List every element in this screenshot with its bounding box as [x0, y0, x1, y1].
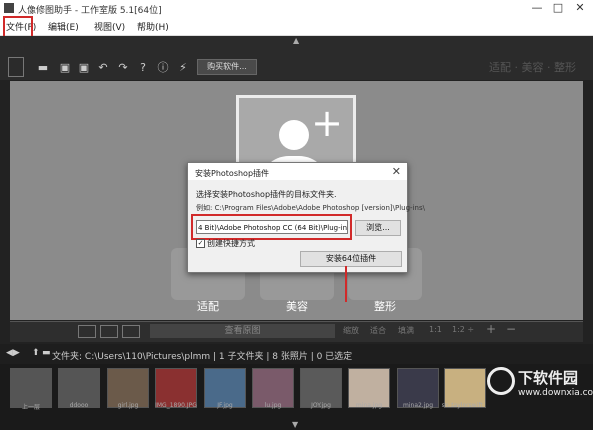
up-folder-icon[interactable]: ⬆: [32, 348, 40, 358]
path-label: 文件夹:: [52, 352, 83, 362]
logo-icon: [8, 57, 24, 77]
annotation-arrow: [345, 266, 347, 302]
menu-view[interactable]: 视图(V): [94, 20, 125, 33]
menu-edit[interactable]: 编辑(E): [48, 20, 79, 33]
mode-label-reshape: 整形: [374, 300, 396, 313]
create-shortcut-label: 创建快捷方式: [207, 239, 255, 248]
dialog-example-path: 例如: C:\Program Files\Adobe\Adobe Photosh…: [196, 204, 425, 212]
single-view-icon[interactable]: [78, 325, 96, 338]
zoom-fill[interactable]: 填满: [398, 325, 414, 336]
browse-button[interactable]: 浏览...: [355, 220, 401, 236]
mode-links: 适配 · 美容 · 整形: [489, 61, 576, 74]
checkbox-checked-icon[interactable]: ✓: [196, 239, 205, 248]
minimize-button[interactable]: —: [527, 1, 547, 15]
thumb-caption: lu.jpg: [264, 402, 282, 409]
install-plugin-dialog: 安装Photoshop插件 ✕ 选择安装Photoshop插件的目标文件夹. 例…: [187, 162, 425, 273]
thumb-caption: 上一层: [21, 404, 40, 411]
view-original-button[interactable]: 查看原图: [150, 324, 335, 338]
help-icon[interactable]: ?: [137, 62, 149, 74]
highlight-box-menu-file: [3, 16, 33, 38]
path-info: 文件夹: C:\Users\110\Pictures\plmm | 1 子文件夹…: [52, 349, 352, 362]
save-as-icon[interactable]: ▣: [78, 62, 90, 74]
thumb-caption: IMG_1890.JPG: [155, 402, 197, 409]
folder-icon: ▬: [42, 348, 51, 358]
dialog-title: 安装Photoshop插件: [195, 169, 270, 178]
install-64bit-button[interactable]: 安装64位插件: [300, 251, 402, 267]
undo-icon[interactable]: ↶: [97, 62, 109, 74]
menu-help[interactable]: 帮助(H): [137, 20, 169, 33]
mode-label-fit: 适配: [197, 300, 219, 313]
thumb-caption: JF.jpg: [217, 402, 233, 409]
thumb-caption: mina.jpg: [355, 402, 383, 409]
close-button[interactable]: ✕: [570, 1, 590, 15]
thumb-caption: JOY.jpg: [311, 402, 331, 409]
watermark-text: 下软件园: [518, 369, 579, 387]
zoom-out-icon[interactable]: −: [506, 322, 516, 336]
nav-back-icon[interactable]: ◀▶: [6, 348, 20, 358]
create-shortcut-checkbox[interactable]: ✓ 创建快捷方式: [196, 238, 255, 249]
maximize-button[interactable]: □: [548, 1, 568, 15]
path-summary: | 1 子文件夹 | 8 张照片 | 0 已选定: [213, 352, 353, 362]
open-folder-icon[interactable]: ▬: [37, 62, 49, 74]
thumb-caption: taylorswift: [451, 402, 483, 409]
path-value[interactable]: C:\Users\110\Pictures\plmm: [85, 352, 210, 362]
dialog-close-icon[interactable]: ✕: [392, 165, 401, 178]
person-head-icon: [279, 120, 309, 150]
dialog-instruction: 选择安装Photoshop插件的目标文件夹.: [196, 190, 337, 199]
window-title: 人像修图助手 - 工作室版 5.1[64位]: [18, 6, 162, 16]
split-view-icon[interactable]: [100, 325, 118, 338]
redo-icon[interactable]: ↷: [117, 62, 129, 74]
menu-bar: 文件(F) 编辑(E) 视图(V) 帮助(H): [0, 17, 593, 36]
collapse-top-arrow-icon[interactable]: ▲: [293, 36, 299, 45]
zoom-fit[interactable]: 适合: [370, 325, 386, 336]
thumb-caption: ddooo: [69, 402, 89, 409]
zoom-1-1[interactable]: 1:1: [429, 325, 442, 334]
watermark-logo-icon: [487, 367, 515, 395]
save-icon[interactable]: ▣: [59, 62, 71, 74]
zoom-label[interactable]: 缩放: [343, 325, 359, 336]
info-icon[interactable]: ⓘ: [157, 62, 169, 74]
side-by-side-icon[interactable]: [122, 325, 140, 338]
title-bar: 人像修图助手 - 工作室版 5.1[64位] — □ ✕: [0, 0, 593, 17]
thumb-caption: girl.jpg: [117, 402, 139, 409]
watermark-url: www.downxia.com: [518, 388, 593, 398]
buy-software-button[interactable]: 购买软件...: [197, 59, 257, 75]
highlight-box-path-input: [191, 214, 352, 240]
zoom-1-2[interactable]: 1:2 ÷: [452, 325, 474, 334]
app-icon: [4, 3, 14, 13]
zoom-in-icon[interactable]: +: [486, 322, 496, 336]
plus-icon: +: [311, 101, 343, 145]
plugin-icon[interactable]: ⚡: [177, 62, 189, 74]
mode-label-beauty: 美容: [286, 300, 308, 313]
collapse-bottom-arrow-icon[interactable]: ▼: [292, 420, 298, 429]
